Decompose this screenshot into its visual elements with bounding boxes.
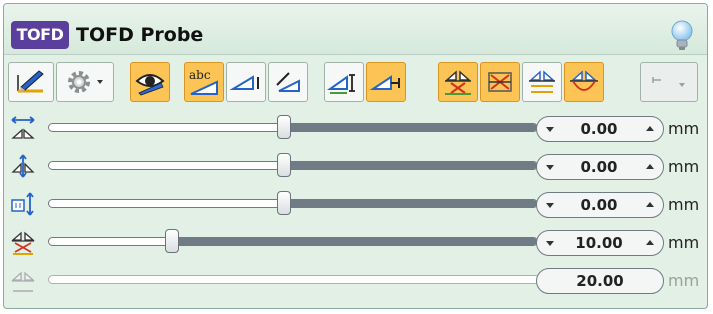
vertical-offset-value[interactable]: 0.00 bbox=[561, 155, 637, 179]
pcs-icon bbox=[11, 271, 35, 292]
beam-arc-icon bbox=[570, 70, 598, 91]
decrement-icon[interactable] bbox=[539, 231, 561, 255]
label-button[interactable]: abc bbox=[184, 62, 224, 102]
probe-offset-icon bbox=[369, 75, 400, 90]
unit-label: mm bbox=[668, 119, 700, 138]
probe-separation-value[interactable]: 10.00 bbox=[561, 231, 637, 255]
probe-separation-slider[interactable] bbox=[48, 237, 538, 246]
probe-separation-icon bbox=[11, 231, 35, 255]
decrement-icon[interactable] bbox=[539, 155, 561, 179]
horizontal-offset-row: 0.00 mm bbox=[4, 112, 707, 144]
beam-lines-button[interactable] bbox=[522, 62, 562, 102]
probe-offset-button[interactable] bbox=[366, 62, 406, 102]
pcs-field: 20.00 bbox=[536, 268, 664, 294]
svg-text:abc: abc bbox=[189, 68, 211, 82]
pcs-row: 20.00 mm bbox=[4, 264, 707, 296]
unit-label: mm bbox=[668, 271, 700, 290]
horizontal-offset-slider[interactable] bbox=[48, 123, 538, 132]
unit-label: mm bbox=[668, 195, 700, 214]
horizontal-offset-icon bbox=[11, 116, 35, 139]
vertical-offset-row: 0.00 mm bbox=[4, 150, 707, 182]
panel-title: TOFD Probe bbox=[76, 24, 204, 46]
more-menu-button[interactable] bbox=[640, 62, 698, 102]
vertical-offset-slider[interactable] bbox=[48, 161, 538, 170]
unit-label: mm bbox=[668, 233, 700, 252]
lightbulb-icon[interactable] bbox=[667, 18, 697, 52]
decrement-icon[interactable] bbox=[539, 117, 561, 141]
probe-height-icon bbox=[326, 74, 355, 94]
increment-icon[interactable] bbox=[639, 155, 661, 179]
probe-position-button[interactable] bbox=[324, 62, 364, 102]
abc-wedge-icon: abc bbox=[189, 68, 218, 95]
horizontal-offset-spinbox[interactable]: 0.00 bbox=[536, 116, 664, 142]
beam-hide-button[interactable] bbox=[480, 62, 520, 102]
settings-button[interactable] bbox=[56, 62, 114, 102]
dropdown-icon bbox=[652, 77, 685, 87]
wedge-rotate-icon bbox=[276, 72, 300, 92]
vertical-offset-icon bbox=[11, 154, 35, 178]
increment-icon[interactable] bbox=[639, 193, 661, 217]
wedge-rotate-button[interactable] bbox=[268, 62, 308, 102]
skew-offset-spinbox[interactable]: 0.00 bbox=[536, 192, 664, 218]
horizontal-offset-slider-thumb[interactable] bbox=[277, 115, 292, 139]
skew-offset-icon bbox=[11, 192, 34, 216]
eye-icon bbox=[135, 74, 165, 96]
probe-separation-slider-thumb[interactable] bbox=[165, 229, 180, 253]
beam-arc-button[interactable] bbox=[564, 62, 604, 102]
vertical-offset-slider-thumb[interactable] bbox=[277, 153, 292, 177]
increment-icon[interactable] bbox=[639, 117, 661, 141]
pcs-value: 20.00 bbox=[576, 272, 624, 290]
horizontal-offset-value[interactable]: 0.00 bbox=[561, 117, 637, 141]
skew-offset-row: 0.00 mm bbox=[4, 188, 707, 220]
beam-cross-icon bbox=[445, 70, 471, 95]
gear-icon bbox=[68, 71, 103, 93]
tofd-probe-panel: TOFD TOFD Probe abc 0.00 mm 0.00 mm 0.00… bbox=[3, 3, 708, 309]
beam-hide-icon bbox=[488, 72, 512, 92]
skew-offset-slider-thumb[interactable] bbox=[277, 191, 292, 215]
probe-separation-row: 10.00 mm bbox=[4, 226, 707, 258]
pencil-ruler-icon bbox=[17, 70, 44, 93]
wedge-icon bbox=[229, 75, 259, 90]
increment-icon[interactable] bbox=[639, 231, 661, 255]
edit-probe-button[interactable] bbox=[8, 62, 54, 102]
unit-label: mm bbox=[668, 157, 700, 176]
skew-offset-value[interactable]: 0.00 bbox=[561, 193, 637, 217]
wedge-angle-button[interactable] bbox=[226, 62, 266, 102]
pcs-slider bbox=[48, 275, 540, 284]
panel-header: TOFD TOFD Probe bbox=[4, 4, 707, 55]
tofd-logo: TOFD bbox=[11, 21, 69, 49]
vertical-offset-spinbox[interactable]: 0.00 bbox=[536, 154, 664, 180]
decrement-icon[interactable] bbox=[539, 193, 561, 217]
probe-separation-spinbox[interactable]: 10.00 bbox=[536, 230, 664, 256]
toolbar: abc bbox=[8, 62, 703, 106]
view-button[interactable] bbox=[130, 62, 170, 102]
beam-cross-button[interactable] bbox=[438, 62, 478, 102]
skew-offset-slider[interactable] bbox=[48, 199, 538, 208]
beam-lines-icon bbox=[529, 70, 555, 93]
